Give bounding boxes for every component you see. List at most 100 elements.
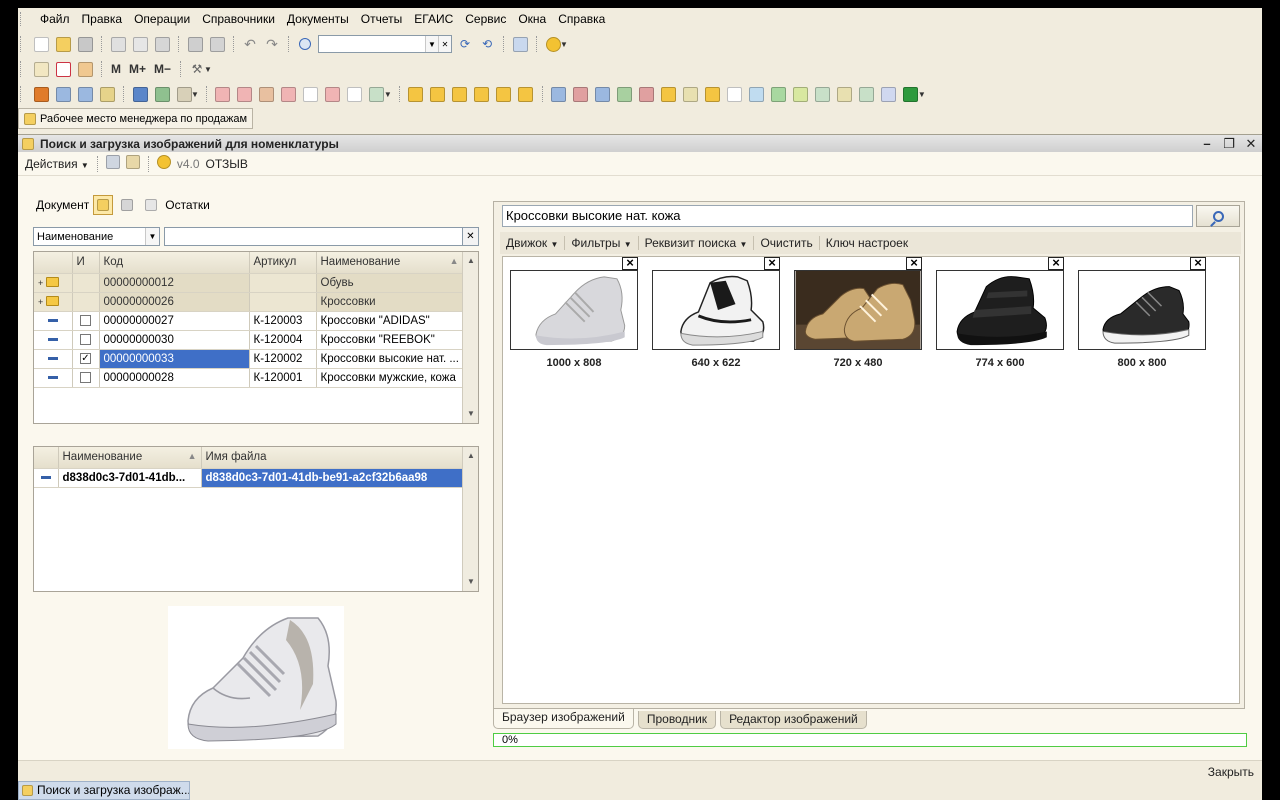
- toolbar-grip[interactable]: [20, 86, 26, 102]
- copy-button[interactable]: [129, 34, 151, 54]
- undo-button[interactable]: ↶: [239, 34, 261, 54]
- load-button[interactable]: [103, 155, 123, 172]
- table-row[interactable]: 00000000027 К-120003 Кроссовки "ADIDAS": [34, 311, 464, 331]
- result-thumbnail[interactable]: [936, 270, 1064, 350]
- users-button[interactable]: [74, 59, 96, 79]
- chevron-down-icon[interactable]: ▼: [918, 90, 926, 99]
- cut-button[interactable]: [107, 34, 129, 54]
- doc-tool-16[interactable]: [405, 84, 427, 104]
- new-button[interactable]: [30, 34, 52, 54]
- calculator-button[interactable]: [30, 59, 52, 79]
- search-button[interactable]: [1196, 205, 1240, 227]
- result-thumbnail[interactable]: [1078, 270, 1206, 350]
- restore-icon[interactable]: ❐: [1218, 136, 1240, 152]
- menu-file[interactable]: Файл: [34, 8, 76, 30]
- menu-documents[interactable]: Документы: [281, 8, 355, 30]
- filter-value-input[interactable]: [164, 227, 463, 246]
- doc-tool-19[interactable]: [471, 84, 493, 104]
- doc-tool-20[interactable]: [493, 84, 515, 104]
- find-next-button[interactable]: ⟳: [454, 34, 476, 54]
- column-header-code[interactable]: Код: [99, 252, 250, 274]
- open-button[interactable]: [52, 34, 74, 54]
- doc-tool-26[interactable]: [636, 84, 658, 104]
- doc-tool-17[interactable]: [427, 84, 449, 104]
- scroll-up-icon[interactable]: ▲: [463, 447, 478, 465]
- doc-tool-34[interactable]: [812, 84, 834, 104]
- calendar-button[interactable]: [52, 59, 74, 79]
- doc-tool-3[interactable]: [74, 84, 96, 104]
- close-icon[interactable]: ×: [764, 256, 780, 270]
- filter-field-select[interactable]: Наименование ▼: [33, 227, 160, 246]
- doc-tool-35[interactable]: [834, 84, 856, 104]
- doc-tool-25[interactable]: [614, 84, 636, 104]
- menu-catalogs[interactable]: Справочники: [196, 8, 281, 30]
- table-row[interactable]: 00000000028 К-120001 Кроссовки мужские, …: [34, 368, 464, 388]
- doc-tool-36[interactable]: [856, 84, 878, 104]
- filters-menu[interactable]: Фильтры ▼: [565, 236, 637, 250]
- table-row[interactable]: + 00000000012 Обувь: [34, 273, 464, 293]
- preview-button[interactable]: [206, 34, 228, 54]
- chevron-down-icon[interactable]: ▼: [145, 228, 159, 245]
- print-button[interactable]: [184, 34, 206, 54]
- doc-tool-1[interactable]: [30, 84, 52, 104]
- menu-edit[interactable]: Правка: [76, 8, 129, 30]
- clear-button[interactable]: Очистить: [754, 236, 818, 250]
- menu-service[interactable]: Сервис: [459, 8, 512, 30]
- column-header-article[interactable]: Артикул: [249, 252, 317, 274]
- doc-tool-24[interactable]: [592, 84, 614, 104]
- table-row[interactable]: 00000000030 К-120004 Кроссовки "REEBOK": [34, 330, 464, 350]
- close-button[interactable]: Закрыть: [1208, 765, 1254, 779]
- column-header-name[interactable]: Наименование ▲: [58, 447, 202, 469]
- search-query-input[interactable]: Кроссовки высокие нат. кожа: [502, 205, 1193, 227]
- tab-explorer[interactable]: Проводник: [637, 711, 717, 729]
- close-icon[interactable]: ×: [622, 256, 638, 270]
- column-header-name[interactable]: Наименование ▲: [316, 252, 464, 274]
- close-icon[interactable]: ×: [906, 256, 922, 270]
- doc-tool-14[interactable]: [344, 84, 366, 104]
- chevron-down-icon[interactable]: ▼: [191, 90, 199, 99]
- doc-tool-5[interactable]: [129, 84, 151, 104]
- memory-button[interactable]: M: [107, 62, 125, 76]
- doc-tool-8[interactable]: [212, 84, 234, 104]
- find-button[interactable]: [294, 34, 316, 54]
- save-button[interactable]: [74, 34, 96, 54]
- close-icon[interactable]: ✕: [462, 227, 479, 246]
- stock-label[interactable]: Остатки: [165, 198, 210, 212]
- doc-tool-28[interactable]: [680, 84, 702, 104]
- menu-operations[interactable]: Операции: [128, 8, 196, 30]
- doc-tool-21[interactable]: [515, 84, 537, 104]
- document-toggle-button[interactable]: [93, 195, 114, 215]
- row-checkbox[interactable]: [80, 314, 91, 326]
- result-thumbnail[interactable]: [794, 270, 922, 350]
- result-thumbnail[interactable]: [510, 270, 638, 350]
- feedback-link[interactable]: ОТЗЫВ: [203, 157, 251, 171]
- actions-menu[interactable]: Действия ▼: [22, 157, 92, 171]
- doc-tool-29[interactable]: [702, 84, 724, 104]
- doc-tool-6[interactable]: [151, 84, 173, 104]
- menu-egais[interactable]: ЕГАИС: [408, 8, 459, 30]
- menu-reports[interactable]: Отчеты: [355, 8, 408, 30]
- windows-button[interactable]: [509, 34, 531, 54]
- chevron-down-icon[interactable]: ▼: [384, 90, 392, 99]
- chevron-down-icon[interactable]: ▼: [204, 65, 212, 74]
- menu-help[interactable]: Справка: [552, 8, 611, 30]
- expand-icon[interactable]: +: [38, 297, 43, 307]
- engine-menu[interactable]: Движок ▼: [500, 236, 564, 250]
- doc-tool-2[interactable]: [52, 84, 74, 104]
- menu-grip[interactable]: [20, 12, 26, 26]
- minimize-icon[interactable]: –: [1196, 136, 1218, 152]
- toolbar-search-input[interactable]: [319, 36, 425, 52]
- paste-button[interactable]: [151, 34, 173, 54]
- redo-button[interactable]: ↷: [261, 34, 283, 54]
- filter-button[interactable]: [117, 195, 137, 215]
- table-row[interactable]: + 00000000026 Кроссовки: [34, 292, 464, 312]
- doc-tool-32[interactable]: [768, 84, 790, 104]
- close-icon[interactable]: ✕: [1240, 136, 1262, 152]
- memory-plus-button[interactable]: M+: [125, 62, 150, 76]
- scroll-down-icon[interactable]: ▼: [463, 573, 478, 591]
- toolbar-grip[interactable]: [20, 61, 26, 77]
- doc-tool-27[interactable]: [658, 84, 680, 104]
- scroll-down-icon[interactable]: ▼: [463, 405, 478, 423]
- workplace-button[interactable]: Рабочее место менеджера по продажам: [18, 108, 254, 129]
- column-header-filename[interactable]: Имя файла: [201, 447, 464, 469]
